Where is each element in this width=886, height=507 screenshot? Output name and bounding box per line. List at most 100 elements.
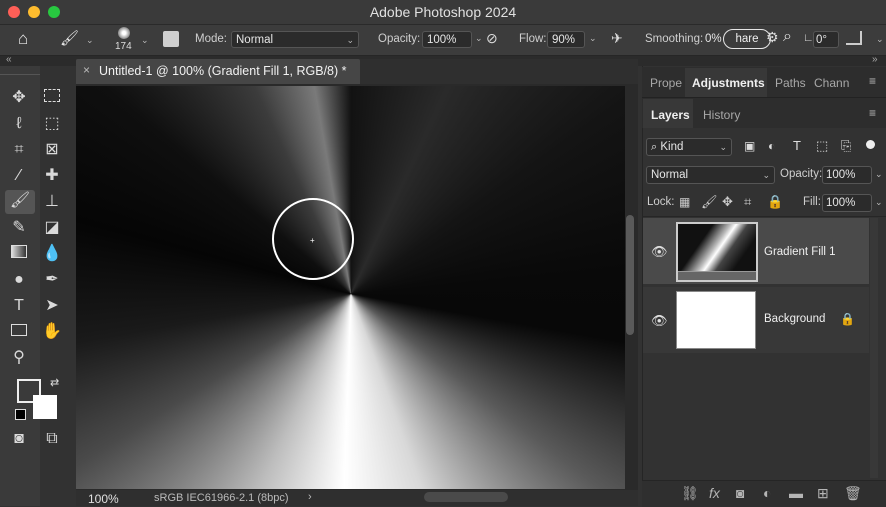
visibility-eye-icon[interactable]: 👁 bbox=[651, 313, 668, 329]
new-adjustment-layer-icon[interactable]: ◐ bbox=[763, 485, 771, 501]
symmetry-icon[interactable] bbox=[846, 31, 862, 45]
clone-stamp-tool-icon[interactable]: ⊥ bbox=[39, 191, 65, 213]
frame-tool-icon[interactable]: ⊠ bbox=[39, 139, 65, 161]
gear-icon[interactable]: ⚙ bbox=[766, 29, 779, 46]
hand-tool-icon[interactable]: ✋ bbox=[39, 321, 65, 343]
filter-smart-object-icon[interactable]: ⎘ bbox=[841, 138, 851, 154]
tab-adjustments[interactable]: Adjustments bbox=[692, 76, 765, 90]
layer-style-fx-icon[interactable]: fx bbox=[709, 485, 720, 501]
layer-name[interactable]: Gradient Fill 1 bbox=[764, 246, 836, 258]
visibility-eye-icon[interactable]: 👁 bbox=[651, 244, 668, 260]
search-icon[interactable]: ⌕ bbox=[783, 28, 792, 46]
brush-size-value: 174 bbox=[115, 41, 132, 52]
search-icon: ⌕ bbox=[651, 141, 658, 153]
home-icon[interactable]: ⌂ bbox=[18, 29, 28, 49]
default-colors-icon[interactable] bbox=[15, 409, 26, 420]
link-layers-icon[interactable]: ⛓ bbox=[681, 485, 699, 502]
tab-properties[interactable]: Prope bbox=[650, 76, 682, 90]
blend-mode-select[interactable]: Normal ⌄ bbox=[646, 166, 775, 184]
lock-artboard-icon[interactable]: ⌗ bbox=[744, 194, 751, 210]
delete-layer-icon[interactable]: 🗑 bbox=[844, 485, 862, 502]
tab-history[interactable]: History bbox=[703, 108, 740, 122]
swap-colors-icon[interactable]: ⇄ bbox=[50, 376, 59, 389]
pressure-opacity-icon[interactable]: ⊘ bbox=[486, 30, 498, 47]
dodge-tool-icon[interactable]: ● bbox=[6, 269, 32, 291]
new-group-icon[interactable]: ▬ bbox=[789, 485, 803, 501]
mode-select[interactable]: Normal ⌄ bbox=[231, 31, 359, 48]
crop-tool-icon[interactable]: ⌗ bbox=[6, 139, 32, 161]
close-tab-icon[interactable]: × bbox=[83, 63, 90, 77]
layer-row-gradient-fill[interactable]: 👁 Gradient Fill 1 bbox=[643, 218, 869, 284]
eyedropper-tool-icon[interactable]: ⁄ bbox=[6, 165, 32, 187]
chevron-down-icon[interactable]: ⌄ bbox=[475, 33, 483, 44]
add-mask-icon[interactable]: ◙ bbox=[736, 485, 744, 501]
blur-tool-icon[interactable]: 💧 bbox=[39, 243, 65, 265]
chevron-down-icon[interactable]: ⌄ bbox=[875, 197, 883, 208]
chevron-down-icon[interactable]: ⌄ bbox=[86, 35, 94, 46]
flow-input[interactable]: 90% bbox=[547, 31, 585, 48]
collapse-right-icon[interactable]: » bbox=[872, 54, 878, 65]
filter-shape-icon[interactable]: ⬚ bbox=[816, 138, 828, 154]
airbrush-icon[interactable]: ✈ bbox=[611, 30, 623, 47]
layer-name[interactable]: Background bbox=[764, 313, 825, 325]
share-button[interactable]: hare bbox=[723, 29, 771, 49]
brush-tool-icon[interactable]: 🖌 bbox=[5, 190, 35, 214]
panel-menu-icon[interactable]: ≡ bbox=[869, 106, 876, 120]
chevron-down-icon[interactable]: ⌄ bbox=[876, 34, 884, 45]
rectangle-tool-icon[interactable] bbox=[6, 321, 32, 343]
lock-image-icon[interactable]: 🖌 bbox=[701, 194, 718, 210]
brush-tool-preset-icon[interactable]: 🖌 bbox=[60, 29, 79, 47]
filter-adjustment-icon[interactable]: ◐ bbox=[768, 139, 775, 153]
background-color-swatch[interactable] bbox=[33, 395, 57, 419]
marquee-tool-icon[interactable] bbox=[39, 87, 65, 109]
healing-brush-tool-icon[interactable]: ✚ bbox=[39, 165, 65, 187]
screen-mode-icon[interactable]: ⧉ bbox=[39, 428, 65, 450]
layer-filter-select[interactable]: ⌕ Kind ⌄ bbox=[646, 138, 732, 156]
zoom-tool-icon[interactable]: ⚲ bbox=[6, 347, 32, 369]
zoom-level[interactable]: 100% bbox=[88, 492, 119, 506]
chevron-down-icon[interactable]: ⌄ bbox=[589, 33, 597, 44]
tab-channels[interactable]: Chann bbox=[814, 76, 849, 90]
path-selection-tool-icon[interactable]: ➤ bbox=[39, 295, 65, 317]
status-menu-icon[interactable]: › bbox=[308, 491, 312, 503]
filter-type-icon[interactable]: T bbox=[793, 138, 801, 153]
filter-pixel-icon[interactable]: ▣ bbox=[744, 139, 755, 153]
layer-opacity-input[interactable]: 100% bbox=[822, 166, 872, 184]
eraser-tool-icon[interactable]: ◪ bbox=[39, 217, 65, 239]
lock-all-icon[interactable]: 🔒 bbox=[767, 194, 783, 210]
layer-row-background[interactable]: 👁 Background 🔒 bbox=[643, 287, 869, 353]
document-tab[interactable]: × Untitled-1 @ 100% (Gradient Fill 1, RG… bbox=[76, 59, 360, 84]
brush-preview-icon[interactable] bbox=[118, 27, 130, 39]
lasso-tool-icon[interactable]: ℓ bbox=[6, 113, 32, 135]
document-tab-title: Untitled-1 @ 100% (Gradient Fill 1, RGB/… bbox=[99, 64, 347, 78]
layers-scroll-track[interactable] bbox=[870, 218, 878, 478]
filter-toggle-icon[interactable] bbox=[866, 140, 875, 149]
tab-paths[interactable]: Paths bbox=[775, 76, 806, 90]
history-brush-tool-icon[interactable]: ✎ bbox=[6, 217, 32, 239]
opacity-input[interactable]: 100% bbox=[422, 31, 472, 48]
move-tool-icon[interactable]: ✥ bbox=[6, 87, 32, 109]
fill-value: 100% bbox=[826, 197, 856, 209]
lock-transparent-icon[interactable]: ▦ bbox=[679, 195, 690, 209]
lock-position-icon[interactable]: ✥ bbox=[722, 194, 733, 210]
smoothing-label: Smoothing: bbox=[645, 33, 704, 45]
document-canvas[interactable] bbox=[76, 86, 625, 489]
quick-mask-icon[interactable]: ◙ bbox=[6, 428, 32, 450]
horizontal-scrollbar[interactable] bbox=[424, 492, 508, 502]
divider bbox=[642, 216, 886, 217]
angle-input[interactable]: 0° bbox=[813, 31, 839, 48]
type-tool-icon[interactable]: T bbox=[6, 295, 32, 317]
brush-settings-icon[interactable] bbox=[163, 31, 179, 47]
fill-input[interactable]: 100% bbox=[822, 194, 872, 212]
vertical-scrollbar[interactable] bbox=[626, 215, 634, 335]
chevron-down-icon[interactable]: ⌄ bbox=[875, 169, 883, 180]
pen-tool-icon[interactable]: ✒ bbox=[39, 269, 65, 291]
new-layer-icon[interactable]: ⊞ bbox=[817, 485, 829, 502]
gradient-tool-icon[interactable] bbox=[6, 243, 32, 265]
object-selection-tool-icon[interactable]: ⬚ bbox=[39, 113, 65, 135]
panel-menu-icon[interactable]: ≡ bbox=[869, 74, 876, 88]
smoothing-value[interactable]: 0% bbox=[705, 33, 722, 45]
tab-layers[interactable]: Layers bbox=[651, 108, 690, 122]
chevron-down-icon[interactable]: ⌄ bbox=[141, 35, 149, 46]
collapse-left-icon[interactable]: « bbox=[6, 54, 12, 65]
